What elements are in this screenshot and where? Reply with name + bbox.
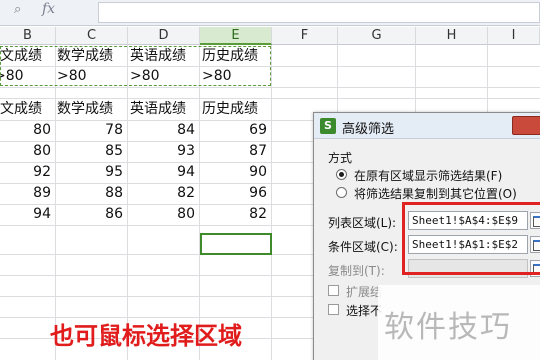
radio-copy-to-label[interactable]: 将筛选结果复制到其它位置(O) bbox=[354, 185, 517, 202]
column-header-g[interactable]: G bbox=[338, 27, 416, 45]
column-header-e[interactable]: E bbox=[200, 27, 272, 45]
column-header-c[interactable]: C bbox=[56, 27, 128, 45]
table-cell[interactable]: 90 bbox=[200, 162, 271, 182]
list-range-label: 列表区域(L): bbox=[328, 216, 397, 230]
table-cell[interactable]: 78 bbox=[56, 120, 127, 140]
table-cell[interactable]: 69 bbox=[200, 120, 271, 140]
table-header-c[interactable]: 数学成绩 bbox=[57, 99, 113, 119]
unique-checkbox[interactable] bbox=[328, 304, 339, 315]
radio-in-place[interactable] bbox=[336, 169, 347, 180]
table-cell[interactable]: 85 bbox=[56, 141, 127, 161]
table-cell[interactable]: 80 bbox=[128, 204, 199, 224]
table-cell[interactable]: 94 bbox=[128, 162, 199, 182]
table-header-b[interactable]: 文成绩 bbox=[0, 99, 42, 119]
column-header-f[interactable]: F bbox=[272, 27, 338, 45]
range-highlight-box bbox=[402, 202, 540, 275]
table-header-d[interactable]: 英语成绩 bbox=[130, 99, 186, 119]
formula-bar: ⌕ fx bbox=[0, 0, 540, 26]
criteria-range-label: 条件区域(C): bbox=[328, 240, 398, 254]
column-header-i[interactable]: I bbox=[488, 27, 540, 45]
expand-checkbox-label[interactable]: 扩展结 bbox=[346, 283, 382, 300]
spreadsheet-app-icon: S bbox=[320, 118, 336, 134]
radio-in-place-label[interactable]: 在原有区域显示筛选结果(F) bbox=[354, 167, 502, 184]
unique-checkbox-label[interactable]: 选择不 bbox=[346, 302, 382, 319]
active-cell-cursor[interactable] bbox=[200, 233, 272, 255]
close-icon[interactable] bbox=[512, 116, 540, 135]
criteria-range-marquee bbox=[0, 46, 271, 86]
table-header-e[interactable]: 历史成绩 bbox=[202, 99, 258, 119]
copy-to-label: 复制到(T): bbox=[328, 264, 385, 278]
table-cell[interactable]: 93 bbox=[128, 141, 199, 161]
table-cell[interactable]: 86 bbox=[56, 204, 127, 224]
table-cell[interactable]: 89 bbox=[0, 183, 55, 203]
table-cell[interactable]: 80 bbox=[0, 141, 55, 161]
dialog-title: 高级筛选 bbox=[342, 122, 395, 137]
table-cell[interactable]: 82 bbox=[200, 204, 271, 224]
table-cell[interactable]: 80 bbox=[0, 120, 55, 140]
radio-copy-to[interactable] bbox=[336, 187, 347, 198]
formula-input[interactable] bbox=[98, 2, 540, 23]
table-cell[interactable]: 92 bbox=[0, 162, 55, 182]
watermark: 软件技巧 bbox=[384, 310, 512, 345]
method-group-label: 方式 bbox=[328, 151, 353, 165]
fx-icon[interactable]: fx bbox=[42, 1, 55, 17]
expand-checkbox[interactable] bbox=[328, 285, 339, 296]
table-cell[interactable]: 95 bbox=[56, 162, 127, 182]
table-cell[interactable]: 88 bbox=[56, 183, 127, 203]
table-cell[interactable]: 87 bbox=[200, 141, 271, 161]
magnifier-icon[interactable]: ⌕ bbox=[14, 2, 21, 17]
table-cell[interactable]: 84 bbox=[128, 120, 199, 140]
tutorial-caption: 也可鼠标选择区域 bbox=[50, 322, 242, 350]
column-header-d[interactable]: D bbox=[128, 27, 200, 45]
table-cell[interactable]: 82 bbox=[128, 183, 199, 203]
dialog-titlebar[interactable]: S 高级筛选 bbox=[314, 113, 540, 139]
table-cell[interactable]: 96 bbox=[200, 183, 271, 203]
column-header-h[interactable]: H bbox=[416, 27, 488, 45]
column-header-b[interactable]: B bbox=[0, 27, 56, 45]
table-cell[interactable]: 94 bbox=[0, 204, 55, 224]
